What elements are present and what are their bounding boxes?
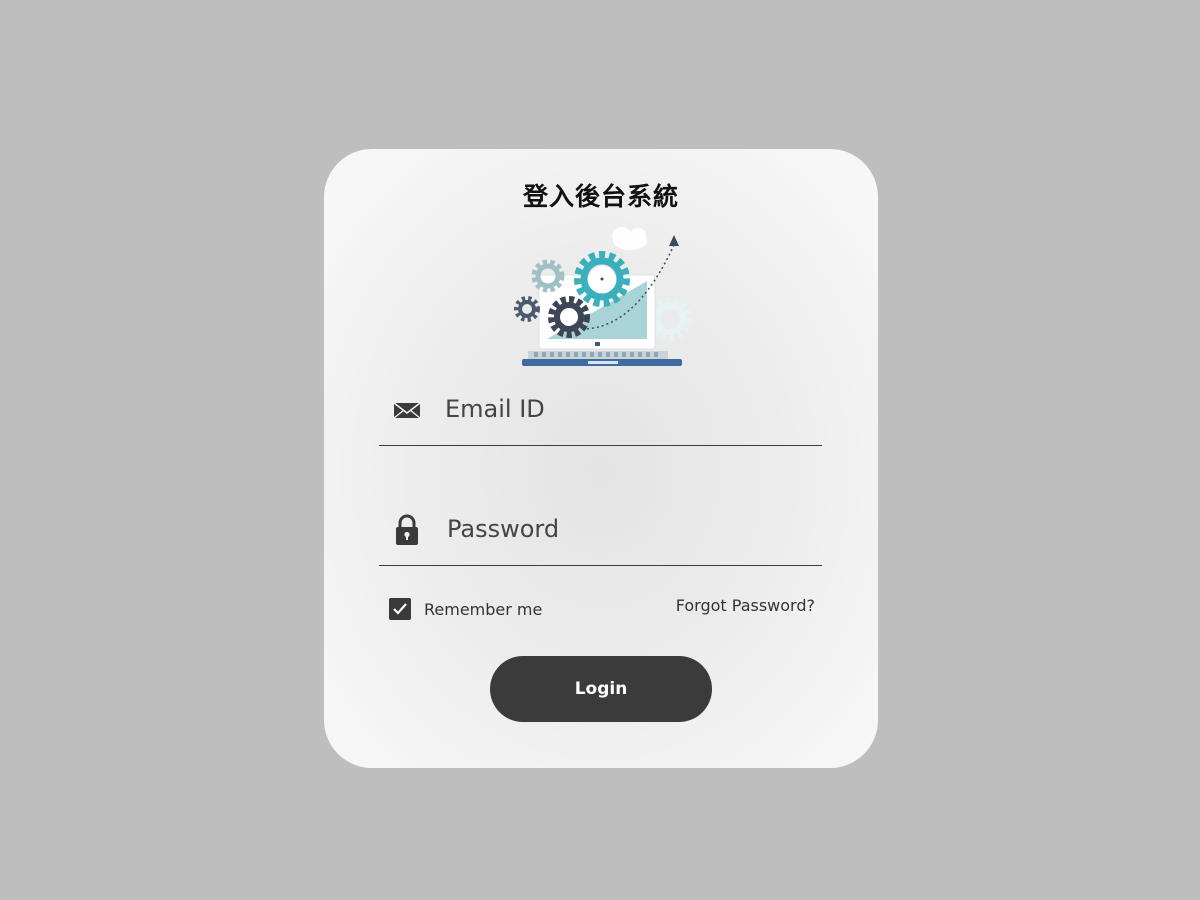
- gear-light-icon: [648, 297, 692, 341]
- password-input[interactable]: [447, 507, 807, 551]
- remember-me-toggle[interactable]: Remember me: [389, 597, 542, 621]
- email-field: [379, 383, 822, 446]
- login-card: 登入後台系統 Email ID Remember me Forgot Passw…: [324, 149, 878, 768]
- laptop-gears-illustration: [514, 227, 692, 366]
- forgot-password-link[interactable]: Forgot Password?: [676, 596, 815, 615]
- login-button[interactable]: Login: [490, 656, 712, 722]
- lock-icon: [396, 514, 418, 545]
- cloud-icon: [612, 227, 647, 250]
- gear-small-dark-icon: [514, 296, 540, 322]
- password-field: [379, 503, 822, 566]
- remember-me-checkbox[interactable]: [389, 598, 411, 620]
- page-title: 登入後台系統: [522, 182, 679, 211]
- checkmark-icon: [393, 603, 407, 615]
- remember-me-label: Remember me: [424, 599, 543, 619]
- email-input[interactable]: [445, 387, 805, 431]
- envelope-icon: [393, 402, 421, 419]
